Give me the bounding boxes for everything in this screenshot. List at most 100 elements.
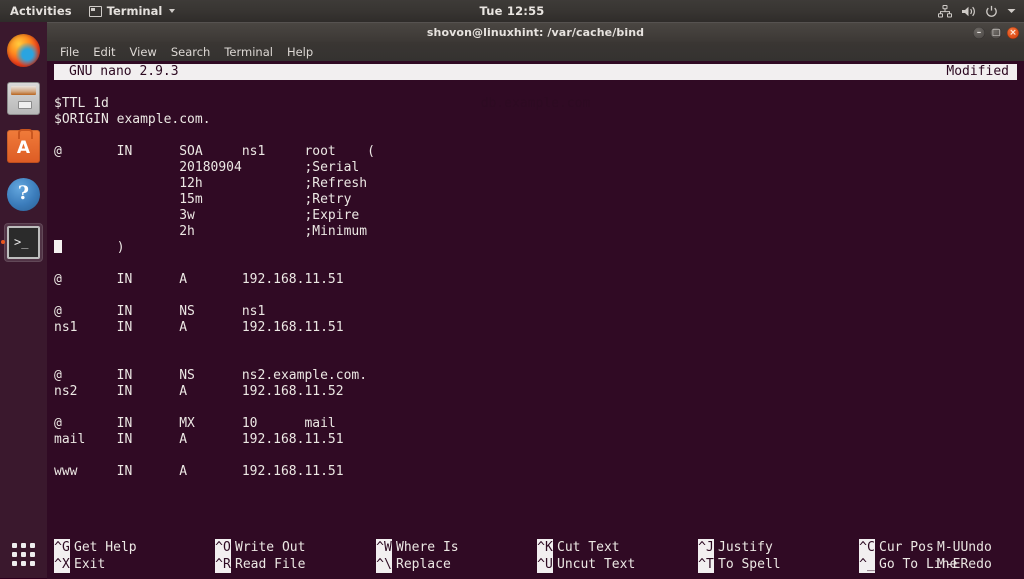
nano-line: 2h ;Minimum	[54, 224, 368, 239]
nano-shortcut-key: ^R	[215, 556, 231, 573]
help-question-icon: ?	[7, 178, 40, 211]
desktop-screen: Activities Terminal Tue 12:55 A ? >_ sho…	[0, 0, 1024, 579]
nano-shortcut-key: M-U	[937, 540, 961, 555]
menu-item-file[interactable]: File	[60, 45, 79, 59]
nano-line	[54, 256, 1020, 272]
nano-line: @ IN NS ns2.example.com.	[54, 368, 368, 383]
chevron-down-icon	[1007, 8, 1016, 14]
nano-shortcut-label: Replace	[396, 557, 451, 572]
app-menu-label: Terminal	[106, 4, 163, 18]
nano-shortcut-key: ^T	[698, 556, 714, 573]
close-button[interactable]: ×	[1007, 26, 1019, 39]
nano-shortcut-label: To Spell	[718, 557, 781, 572]
nano-line: $TTL 1d	[54, 96, 109, 111]
nano-shortcut-label: Exit	[74, 557, 106, 572]
window-controls: – □ ×	[973, 23, 1019, 42]
terminal-window-icon	[88, 5, 102, 17]
nano-shortcut[interactable]: ^X Exit	[54, 556, 215, 573]
minimize-glyph: –	[976, 27, 982, 38]
nano-title-bar: GNU nano 2.9.3 db.example.com Modified	[54, 64, 1017, 111]
terminal-menubar: File Edit View Search Terminal Help	[47, 42, 1024, 61]
network-icon	[938, 4, 952, 18]
activities-button[interactable]: Activities	[0, 0, 81, 22]
show-applications-button[interactable]	[4, 535, 43, 574]
window-title: shovon@linuxhint: /var/cache/bind	[426, 26, 645, 39]
nano-shortcut[interactable]: ^K Cut Text	[537, 539, 698, 556]
nano-shortcut[interactable]: ^T To Spell	[698, 556, 859, 573]
menu-item-search[interactable]: Search	[171, 45, 211, 59]
dock-item-software[interactable]: A	[4, 127, 43, 166]
maximize-button[interactable]: □	[990, 26, 1002, 39]
nano-line	[54, 400, 1020, 416]
terminal-window: shovon@linuxhint: /var/cache/bind – □ × …	[47, 22, 1024, 579]
nano-shortcut-key: ^C	[859, 539, 875, 556]
nano-shortcut-extra-column: M-UUndo M-ERedo	[937, 539, 1024, 573]
menu-item-terminal[interactable]: Terminal	[224, 45, 273, 59]
nano-shortcut[interactable]: ^W Where Is	[376, 539, 537, 556]
nano-shortcut-label: Uncut Text	[557, 557, 636, 572]
nano-shortcut-key: ^X	[54, 556, 70, 573]
nano-line: 3w ;Expire	[54, 208, 360, 223]
chevron-down-icon	[169, 9, 176, 13]
nano-shortcut[interactable]: ^J Justify	[698, 539, 859, 556]
top-bar-left: Activities Terminal	[0, 0, 183, 22]
power-icon	[985, 5, 998, 18]
nano-editor[interactable]: GNU nano 2.9.3 db.example.com Modified $…	[47, 61, 1024, 579]
nano-shortcut-label: Cur Pos	[879, 540, 934, 555]
nano-shortcut[interactable]: M-ERedo	[937, 556, 1024, 573]
activities-label: Activities	[10, 4, 72, 18]
launcher-dock: A ? >_	[0, 22, 48, 578]
maximize-glyph: □	[991, 27, 1001, 38]
software-icon-letter: A	[16, 138, 31, 158]
nano-line: www IN A 192.168.11.51	[54, 464, 344, 479]
menu-item-edit[interactable]: Edit	[93, 45, 115, 59]
nano-line: $ORIGIN example.com.	[54, 112, 211, 127]
nano-line: 15m ;Retry	[54, 192, 352, 207]
nano-shortcut[interactable]: M-UUndo	[937, 539, 1024, 556]
dock-item-files[interactable]	[4, 79, 43, 118]
nano-line: mail IN A 192.168.11.51	[54, 432, 344, 447]
nano-shortcut-label: Where Is	[396, 540, 459, 555]
nano-shortcut[interactable]: ^U Uncut Text	[537, 556, 698, 573]
nano-line	[54, 288, 1020, 304]
system-status-area[interactable]	[938, 0, 1020, 22]
nano-shortcut-key: ^O	[215, 539, 231, 556]
nano-line: 12h ;Refresh	[54, 176, 368, 191]
app-grid-icon	[12, 543, 35, 566]
dock-item-firefox[interactable]	[4, 31, 43, 70]
nano-shortcut[interactable]: ^\ Replace	[376, 556, 537, 573]
nano-shortcut[interactable]: ^R Read File	[215, 556, 376, 573]
nano-shortcut-key: ^\	[376, 556, 392, 573]
nano-text-area[interactable]: $TTL 1d $ORIGIN example.com. @ IN SOA ns1…	[54, 96, 1020, 480]
close-glyph: ×	[1009, 27, 1017, 38]
firefox-icon	[7, 34, 40, 67]
nano-shortcut[interactable]: ^G Get Help	[54, 539, 215, 556]
nano-shortcut-label: Justify	[718, 540, 773, 555]
app-menu-button[interactable]: Terminal	[81, 0, 184, 22]
dock-item-help[interactable]: ?	[4, 175, 43, 214]
software-bag-icon: A	[7, 129, 40, 163]
dock-item-terminal[interactable]: >_	[1, 223, 43, 262]
help-icon-glyph: ?	[17, 182, 30, 204]
nano-shortcut-key: ^K	[537, 539, 553, 556]
files-icon	[7, 82, 40, 115]
nano-shortcut[interactable]: ^O Write Out	[215, 539, 376, 556]
nano-line	[54, 128, 1020, 144]
nano-line: 20180904 ;Serial	[54, 160, 360, 175]
menu-item-help[interactable]: Help	[287, 45, 313, 59]
nano-line: ns1 IN A 192.168.11.51	[54, 320, 344, 335]
terminal-icon: >_	[7, 226, 40, 259]
nano-shortcut-key: ^J	[698, 539, 714, 556]
nano-line: ns2 IN A 192.168.11.52	[54, 384, 344, 399]
volume-icon	[961, 5, 976, 18]
nano-line	[54, 448, 1020, 464]
nano-shortcut-key: ^_	[859, 556, 875, 573]
minimize-button[interactable]: –	[973, 26, 985, 39]
nano-shortcut-label: Cut Text	[557, 540, 620, 555]
nano-shortcut-key: M-E	[937, 557, 961, 572]
nano-shortcut-label: Redo	[960, 557, 992, 572]
nano-shortcut-label: Get Help	[74, 540, 137, 555]
nano-shortcut-key: ^U	[537, 556, 553, 573]
window-titlebar[interactable]: shovon@linuxhint: /var/cache/bind – □ ×	[47, 22, 1024, 42]
menu-item-view[interactable]: View	[130, 45, 157, 59]
